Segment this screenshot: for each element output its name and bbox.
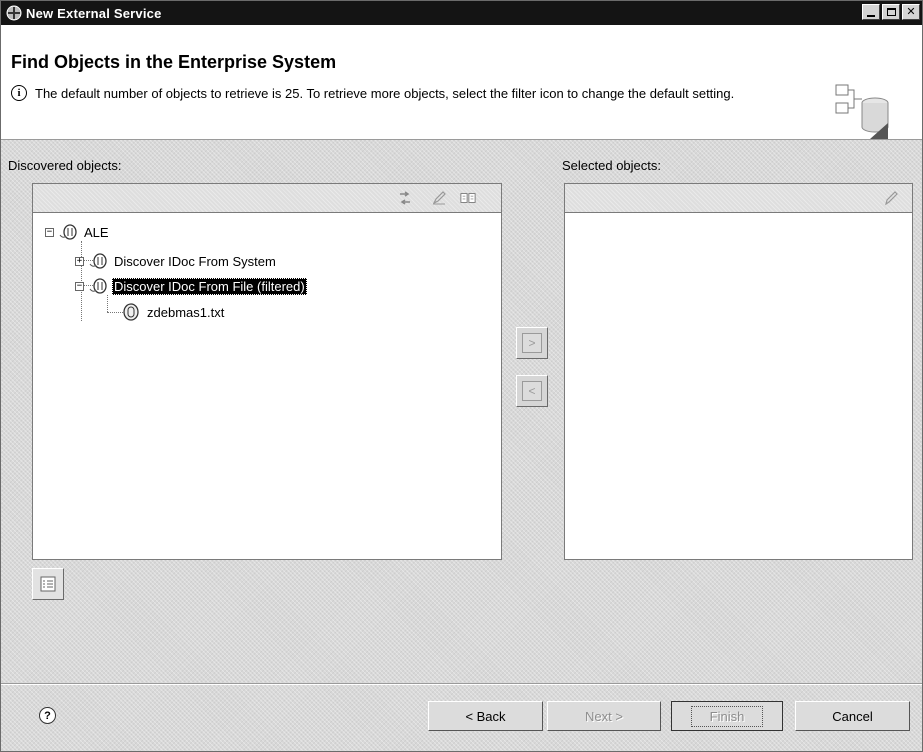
arrow-left-icon: < <box>522 381 542 401</box>
window-title: New External Service <box>26 5 162 21</box>
wizard-header: Find Objects in the Enterprise System i … <box>1 25 922 140</box>
tree-node-label-selected: Discover IDoc From File (filtered) <box>112 277 307 295</box>
footer-separator <box>1 683 922 685</box>
tree-node-label: ALE <box>84 224 109 240</box>
page-title: Find Objects in the Enterprise System <box>11 52 337 72</box>
minimize-button[interactable] <box>862 4 880 20</box>
close-icon: ✕ <box>906 5 916 18</box>
add-to-selection-button[interactable]: > <box>516 327 548 359</box>
idoc-object-icon <box>123 303 139 321</box>
discovered-objects-panel: − ALE + Discover IDoc From System − Disc… <box>32 183 502 560</box>
enterprise-system-banner-icon <box>835 84 889 139</box>
title-bar: New External Service ✕ <box>1 1 922 25</box>
tree-node-discover-idoc-system[interactable]: + Discover IDoc From System <box>75 251 278 271</box>
cancel-button[interactable]: Cancel <box>795 701 910 731</box>
minimize-icon <box>867 14 875 17</box>
collapse-toggle[interactable]: − <box>75 281 84 291</box>
filter-icon <box>40 576 56 592</box>
collapse-toggle[interactable]: − <box>45 227 54 237</box>
refresh-icon[interactable] <box>397 190 413 206</box>
window-controls: ✕ <box>862 4 920 20</box>
expand-toggle[interactable]: + <box>75 256 84 266</box>
next-button-label: Next > <box>585 708 623 724</box>
tree-node-label: Discover IDoc From System <box>114 253 276 269</box>
tree-node-zdebmas1[interactable]: zdebmas1.txt <box>121 302 226 322</box>
discovered-objects-label: Discovered objects: <box>8 158 122 173</box>
wizard-window: New External Service ✕ Find Objects in t… <box>0 0 923 752</box>
header-message: The default number of objects to retriev… <box>35 86 735 101</box>
back-button[interactable]: < Back <box>428 701 543 731</box>
discovered-toolbar <box>33 184 501 213</box>
adapter-node-icon <box>59 224 77 240</box>
finish-button[interactable]: Finish <box>671 701 783 731</box>
arrow-right-icon: > <box>522 333 542 353</box>
tree-node-ale[interactable]: − ALE <box>45 222 111 242</box>
edit-icon[interactable] <box>883 190 899 206</box>
adapter-node-icon <box>89 278 107 294</box>
maximize-icon <box>886 8 896 16</box>
finish-button-label: Finish <box>709 708 745 724</box>
tree-node-label: zdebmas1.txt <box>147 304 225 320</box>
info-icon: i <box>11 85 27 101</box>
maximize-button[interactable] <box>882 4 900 20</box>
help-icon[interactable]: ? <box>39 707 56 724</box>
adapter-node-icon <box>89 253 107 269</box>
remove-from-selection-button[interactable]: < <box>516 375 548 407</box>
tree-node-discover-idoc-file[interactable]: − Discover IDoc From File (filtered) <box>75 276 307 296</box>
next-button[interactable]: Next > <box>547 701 661 731</box>
edit-icon[interactable] <box>431 190 447 206</box>
filter-button[interactable] <box>32 568 64 600</box>
tree-connector <box>107 295 108 312</box>
back-button-label: < Back <box>465 708 506 724</box>
book-icon[interactable] <box>460 190 476 206</box>
wizard-app-icon <box>6 5 22 21</box>
selected-objects-panel <box>564 183 913 560</box>
selected-objects-label: Selected objects: <box>562 158 662 173</box>
cancel-button-label: Cancel <box>832 708 873 724</box>
selected-toolbar <box>565 184 912 213</box>
close-button[interactable]: ✕ <box>902 4 920 20</box>
